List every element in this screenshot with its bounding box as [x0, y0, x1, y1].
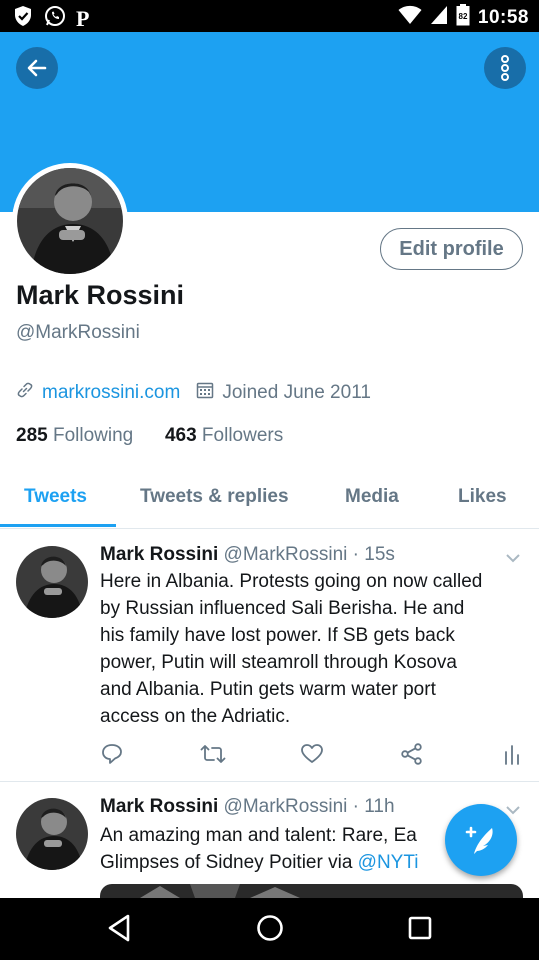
tweet-avatar[interactable]: [16, 798, 88, 870]
tab-tweets-replies[interactable]: Tweets & replies: [140, 486, 289, 508]
following-label: Following: [52, 425, 134, 446]
battery-level: 82: [458, 12, 467, 21]
mention-link[interactable]: @NYTi: [358, 852, 419, 873]
tweet-header: Mark Rossini @MarkRossini · 15s: [100, 544, 395, 566]
profile-tabs: Tweets Tweets & replies Media Likes: [0, 473, 539, 529]
profile-avatar[interactable]: [12, 163, 128, 279]
tweet-avatar-photo: [16, 546, 88, 618]
tweet-author-handle: @MarkRossini: [223, 796, 348, 817]
reply-icon[interactable]: [100, 742, 124, 771]
tweet-avatar-photo: [16, 798, 88, 870]
profile-name: Mark Rossini: [16, 280, 185, 310]
followers-link[interactable]: 463 Followers: [165, 425, 283, 446]
tweet-media-preview[interactable]: [100, 884, 523, 898]
android-nav-bar: [0, 898, 539, 960]
status-bar: P 82 10:58: [0, 0, 539, 32]
profile-handle: @MarkRossini: [16, 322, 140, 343]
followers-count: 463: [164, 425, 197, 446]
joined-date: Joined June 2011: [222, 382, 371, 403]
compose-tweet-button[interactable]: [445, 804, 517, 876]
followers-label: Followers: [201, 425, 284, 446]
analytics-icon[interactable]: [502, 742, 522, 771]
tweet-avatar[interactable]: [16, 546, 88, 618]
active-tab-indicator: [0, 524, 116, 527]
tweet-text-line: by Russian influenced Sali Berisha. He a…: [100, 598, 465, 619]
tweet[interactable]: Mark Rossini @MarkRossini · 15s Here in …: [0, 530, 539, 782]
shield-check-icon: [12, 5, 34, 32]
tweet-time: · 11h: [352, 796, 395, 817]
cell-signal-icon: [430, 5, 448, 30]
profile-meta: markrossini.com Joined June 2011: [16, 381, 371, 405]
follow-stats: 285 Following 463 Followers: [16, 425, 283, 447]
back-button[interactable]: [16, 47, 58, 89]
tweet-text-line: Here in Albania. Protests going on now c…: [100, 571, 483, 592]
whatsapp-icon: [44, 5, 66, 32]
clock: 10:58: [477, 6, 529, 28]
tab-likes[interactable]: Likes: [458, 486, 507, 508]
following-count: 285: [16, 425, 48, 446]
tweet-text-line: power, Putin will steamroll through Koso…: [100, 652, 457, 673]
nav-home-icon[interactable]: [255, 913, 285, 948]
parking-icon: P: [76, 5, 90, 31]
tab-media[interactable]: Media: [345, 486, 399, 508]
tweet-actions: [100, 742, 525, 770]
chevron-down-icon[interactable]: [505, 550, 521, 568]
tweet-text: Here in Albania. Protests going on now c…: [100, 568, 530, 730]
tweet-author-name: Mark Rossini: [100, 796, 219, 817]
more-options-button[interactable]: [484, 47, 526, 89]
like-heart-icon[interactable]: [300, 742, 324, 771]
more-vertical-icon: [501, 55, 509, 81]
compose-feather-icon: [465, 826, 493, 854]
battery-icon: 82: [456, 4, 470, 31]
tweet-header: Mark Rossini @MarkRossini · 11h: [100, 796, 395, 818]
nav-back-icon[interactable]: [106, 913, 132, 948]
tweet-text-line: access on the Adriatic.: [100, 706, 291, 727]
tweet-time: · 15s: [352, 544, 395, 565]
retweet-icon[interactable]: [200, 742, 226, 771]
edit-profile-button[interactable]: Edit profile: [380, 228, 523, 270]
share-icon[interactable]: [400, 742, 424, 771]
link-icon: [16, 381, 34, 405]
tweet-text-line: his family have lost power. If SB gets b…: [100, 625, 455, 646]
tweet-author-name: Mark Rossini: [100, 544, 219, 565]
calendar-icon: [196, 381, 214, 405]
tweet-text-segment: Glimpses of Sidney Poitier via: [100, 852, 358, 873]
tweet-text-line: and Albania. Putin gets warm water port: [100, 679, 436, 700]
tweet-author-handle: @MarkRossini: [223, 544, 348, 565]
wifi-icon: [398, 5, 422, 30]
arrow-left-icon: [27, 59, 47, 77]
tab-tweets[interactable]: Tweets: [24, 486, 87, 508]
nav-recents-icon[interactable]: [407, 915, 433, 946]
following-link[interactable]: 285 Following: [16, 425, 133, 446]
website-link[interactable]: markrossini.com: [42, 382, 180, 404]
profile-photo: [17, 168, 123, 274]
